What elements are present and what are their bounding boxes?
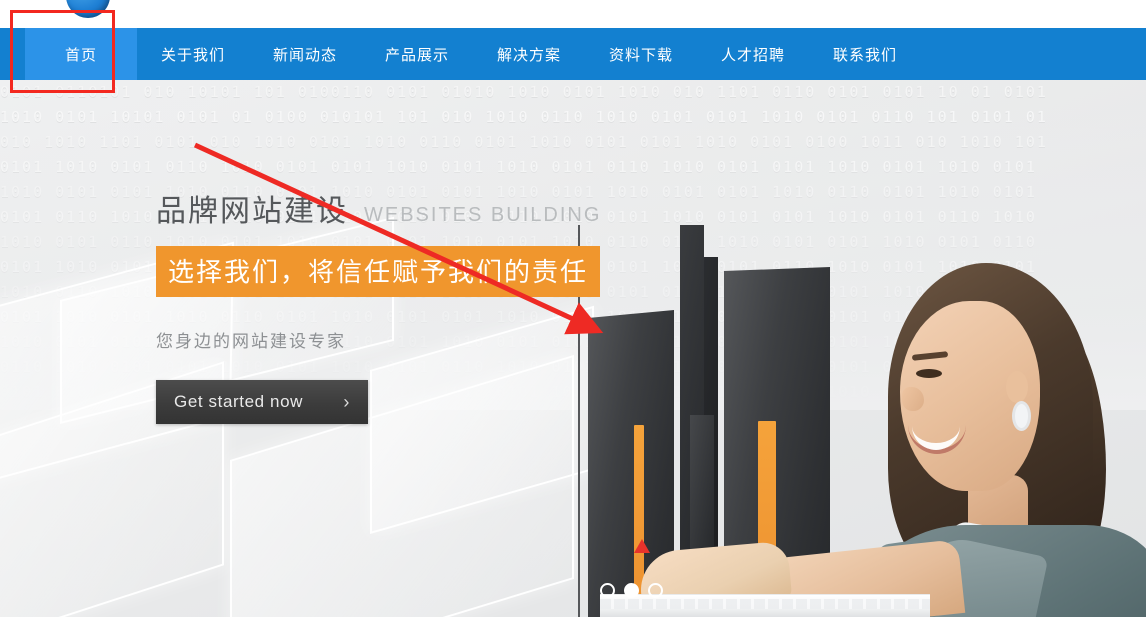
company-logo-icon[interactable] <box>66 0 110 18</box>
hero-subtitle: 您身边的网站建设专家 <box>156 332 346 351</box>
binary-row: 0101 0110101 010 10101 101 0100110 0101 … <box>0 83 1048 101</box>
nav-item-solutions[interactable]: 解决方案 <box>473 28 585 80</box>
slider-dot-1[interactable] <box>600 583 615 598</box>
keyboard-keys <box>600 599 930 609</box>
nav-item-contact[interactable]: 联系我们 <box>809 28 921 80</box>
cursor-marker-icon <box>634 539 650 553</box>
binary-row: 010 1010 1101 0101 010 1010 0101 1010 01… <box>0 133 1048 151</box>
hero-copy: 品牌网站建设 WEBSITES BUILDING 选择我们，将信任赋予我们的责任… <box>156 186 601 424</box>
slider-dots[interactable] <box>600 583 663 598</box>
binary-row: 1010 0101 10101 0101 01 0100 010101 101 … <box>0 108 1048 126</box>
slider-dot-2[interactable] <box>624 583 639 598</box>
nav-item-news[interactable]: 新闻动态 <box>249 28 361 80</box>
get-started-label: Get started now <box>174 392 304 411</box>
binary-row: 0101 1010 0101 0110 1010 0101 0101 1010 … <box>0 158 1037 176</box>
nav-item-home[interactable]: 首页 <box>25 28 137 80</box>
hero-title: 品牌网站建设 WEBSITES BUILDING <box>156 186 601 230</box>
nav-item-about[interactable]: 关于我们 <box>137 28 249 80</box>
nav-item-products[interactable]: 产品展示 <box>361 28 473 80</box>
hero-title-en: WEBSITES BUILDING <box>364 204 602 226</box>
nose <box>902 387 924 411</box>
chevron-right-icon: › <box>343 391 350 412</box>
nav-item-downloads[interactable]: 资料下载 <box>585 28 697 80</box>
get-started-button[interactable]: Get started now › <box>156 380 368 424</box>
hero-title-cn: 品牌网站建设 <box>156 195 348 228</box>
page-root: 0101 0110101 010 10101 101 0100110 0101 … <box>0 0 1146 617</box>
earring <box>1012 401 1031 431</box>
eye <box>916 369 942 378</box>
top-header-bar <box>0 0 1146 28</box>
server-tower-middle-panel <box>690 415 714 555</box>
main-navigation: 首页 关于我们 新闻动态 产品展示 解决方案 资料下载 人才招聘 联系我们 <box>0 28 1146 80</box>
hero-slogan-banner: 选择我们，将信任赋予我们的责任 <box>156 246 601 297</box>
slider-dot-3[interactable] <box>648 583 663 598</box>
nav-item-careers[interactable]: 人才招聘 <box>697 28 809 80</box>
nav-list: 首页 关于我们 新闻动态 产品展示 解决方案 资料下载 人才招聘 联系我们 <box>0 28 1146 80</box>
ear <box>1006 371 1028 403</box>
